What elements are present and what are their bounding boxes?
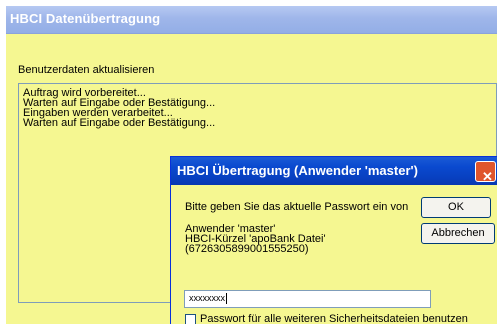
cancel-button[interactable]: Abbrechen <box>421 223 495 244</box>
password-dialog: HBCI Übertragung (Anwender 'master') ✕ B… <box>170 156 497 324</box>
screen: HBCI Datenübertragung Benutzerdaten aktu… <box>0 0 497 324</box>
customer-id-line: (6726305899001555250) <box>185 243 309 255</box>
close-button[interactable]: ✕ <box>475 161 496 184</box>
password-dialog-title: HBCI Übertragung (Anwender 'master') <box>177 163 418 178</box>
password-prompt: Bitte geben Sie das aktuelle Passwort ei… <box>185 201 409 213</box>
transfer-window-title: HBCI Datenübertragung <box>10 11 161 26</box>
remember-password-label[interactable]: Passwort für alle weiteren Sicherheitsda… <box>200 313 468 324</box>
transfer-window-titlebar[interactable]: HBCI Datenübertragung <box>6 6 497 34</box>
status-line: Warten auf Eingabe oder Bestätigung... <box>23 117 216 129</box>
password-input[interactable]: xxxxxxxx <box>184 290 431 308</box>
close-icon: ✕ <box>482 169 493 184</box>
password-value: xxxxxxxx <box>189 293 225 303</box>
ok-button[interactable]: OK <box>421 197 491 218</box>
password-dialog-titlebar[interactable]: HBCI Übertragung (Anwender 'master') ✕ <box>171 157 497 185</box>
section-heading: Benutzerdaten aktualisieren <box>18 64 155 76</box>
text-caret <box>226 293 227 305</box>
remember-password-checkbox[interactable] <box>185 314 196 324</box>
